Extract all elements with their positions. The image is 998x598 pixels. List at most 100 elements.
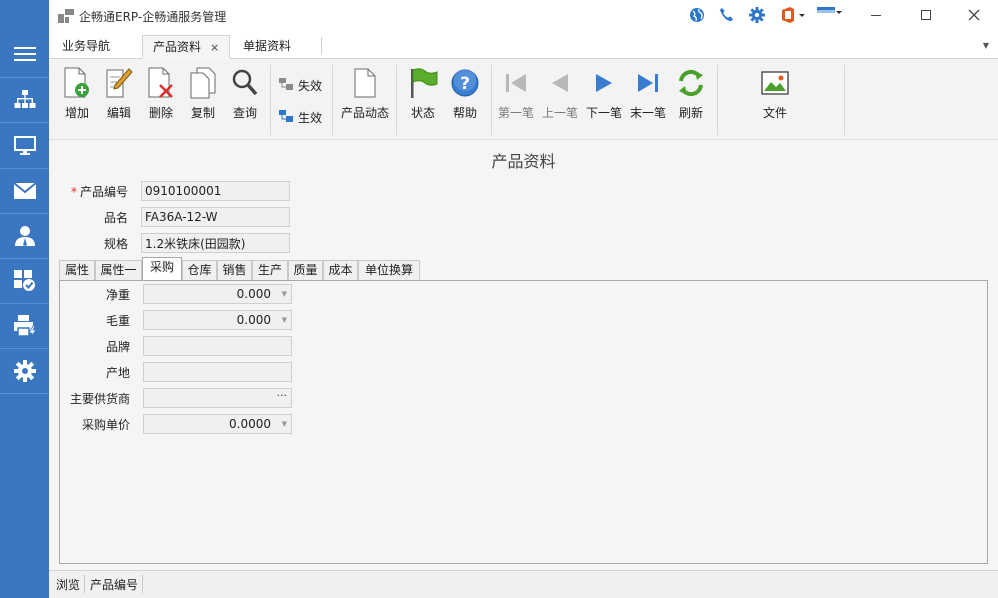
dashboard-check-icon[interactable] <box>0 259 49 304</box>
language-flag-icon[interactable] <box>817 7 843 22</box>
origin-label: 产地 <box>105 366 130 380</box>
refresh-icon <box>671 67 711 99</box>
product-name-label: 品名 <box>103 211 128 225</box>
first-record-button[interactable]: 第一笔 <box>496 67 536 121</box>
tab-warehouse[interactable]: 仓库 <box>182 260 217 280</box>
ellipsis-button-icon[interactable]: ··· <box>277 387 288 405</box>
last-label: 末一笔 <box>629 106 666 120</box>
svg-text:?: ? <box>460 74 470 94</box>
tab-quality[interactable]: 质量 <box>288 260 323 280</box>
tab-purchase[interactable]: 采购 <box>142 257 182 280</box>
net-weight-field[interactable]: 0.000 ▼ <box>143 284 292 304</box>
first-label: 第一笔 <box>497 106 534 120</box>
status-field: 产品编号 <box>90 578 139 592</box>
phone-icon[interactable] <box>719 7 734 25</box>
purchase-price-field[interactable]: 0.0000 ▼ <box>143 414 292 434</box>
monitor-icon[interactable] <box>0 124 49 169</box>
main-supplier-value <box>144 391 147 405</box>
next-label: 下一笔 <box>585 106 622 120</box>
status-label: 状态 <box>410 106 435 120</box>
net-weight-value: 0.000 <box>236 287 271 301</box>
brand-field[interactable] <box>143 336 292 356</box>
product-dynamics-button[interactable]: 产品动态 <box>339 67 391 121</box>
validate-icon <box>278 108 294 127</box>
help-button[interactable]: ? 帮助 <box>445 67 485 121</box>
spin-dropdown-icon[interactable]: ▼ <box>282 311 287 329</box>
toolbar-separator <box>396 65 397 135</box>
tab-attributes[interactable]: 属性 <box>59 260 95 280</box>
delete-button[interactable]: 删除 <box>141 67 181 121</box>
tab-close-icon[interactable]: × <box>210 41 219 54</box>
help-icon: ? <box>445 67 485 99</box>
status-button[interactable]: 状态 <box>403 67 443 121</box>
origin-field[interactable] <box>143 362 292 382</box>
product-dynamics-label: 产品动态 <box>340 106 389 120</box>
tab-divider <box>321 37 322 55</box>
globe-icon[interactable] <box>689 7 705 26</box>
gross-weight-field[interactable]: 0.000 ▼ <box>143 310 292 330</box>
last-record-button[interactable]: 末一笔 <box>628 67 668 121</box>
refresh-button[interactable]: 刷新 <box>671 67 711 121</box>
close-icon[interactable] <box>966 7 982 23</box>
next-record-button[interactable]: 下一笔 <box>584 67 624 121</box>
org-chart-icon[interactable] <box>0 78 49 123</box>
settings-gear-icon[interactable] <box>0 349 49 394</box>
spec-field[interactable] <box>141 233 290 253</box>
product-code-field[interactable] <box>141 181 290 201</box>
copy-button[interactable]: 复制 <box>183 67 223 121</box>
invalidate-label: 失效 <box>298 79 323 93</box>
purchase-price-label: 采购单价 <box>81 418 130 432</box>
tab-list-dropdown-icon[interactable]: ▼ <box>983 41 989 50</box>
add-label: 增加 <box>64 106 89 120</box>
product-code-label-text: 产品编号 <box>79 185 128 199</box>
refresh-label: 刷新 <box>678 106 703 120</box>
printer-icon[interactable] <box>0 304 49 349</box>
form-title: 产品资料 <box>491 152 556 171</box>
title-bar: 企畅通ERP-企畅通服务管理 <box>49 0 998 32</box>
edit-button[interactable]: 编辑 <box>99 67 139 121</box>
tab-document-data[interactable]: 单据资料 <box>233 35 301 59</box>
toolbar-separator <box>270 65 271 135</box>
tab-unit-conversion[interactable]: 单位换算 <box>358 260 420 280</box>
product-name-field[interactable] <box>141 207 290 227</box>
spin-dropdown-icon[interactable]: ▼ <box>282 415 287 433</box>
brand-value <box>144 339 147 353</box>
status-bar: 浏览 产品编号 <box>49 570 998 598</box>
prev-icon <box>540 67 580 99</box>
spin-dropdown-icon[interactable]: ▼ <box>282 285 287 303</box>
add-button[interactable]: 增加 <box>57 67 97 121</box>
toolbar-separator <box>332 65 333 135</box>
edit-doc-icon <box>99 67 139 99</box>
main-supplier-field[interactable]: ··· <box>143 388 292 408</box>
tab-label: 业务导航 <box>62 39 111 53</box>
query-button[interactable]: 查询 <box>225 67 265 121</box>
prev-record-button[interactable]: 上一笔 <box>540 67 580 121</box>
required-mark: * <box>70 185 77 199</box>
settings-icon[interactable] <box>749 7 765 26</box>
invalidate-button[interactable]: 失效 <box>278 76 322 95</box>
office-dropdown-icon[interactable] <box>780 7 806 26</box>
tab-production[interactable]: 生产 <box>252 260 288 280</box>
user-icon[interactable] <box>0 214 49 259</box>
next-icon <box>584 67 624 99</box>
file-button[interactable]: 文件 <box>755 67 795 121</box>
help-label: 帮助 <box>452 106 477 120</box>
menu-icon[interactable] <box>0 31 49 78</box>
net-weight-label: 净重 <box>105 288 130 302</box>
maximize-icon[interactable] <box>918 7 934 23</box>
first-icon <box>496 67 536 99</box>
tab-business-navigation[interactable]: 业务导航 <box>52 35 120 59</box>
sidebar <box>0 0 49 598</box>
flag-icon <box>403 67 443 99</box>
validate-button[interactable]: 生效 <box>278 108 322 127</box>
product-form: 产品资料 *产品编号 品名 规格 属性 属性一 采购 仓库 销售 生产 质量 成… <box>49 140 998 570</box>
prev-label: 上一笔 <box>541 106 578 120</box>
tab-cost[interactable]: 成本 <box>323 260 358 280</box>
tab-attributes-one[interactable]: 属性一 <box>95 260 142 280</box>
tab-product-data[interactable]: 产品资料 × <box>142 35 231 59</box>
mail-icon[interactable] <box>0 169 49 214</box>
tab-label: 单据资料 <box>243 39 292 53</box>
image-file-icon <box>755 67 795 99</box>
minimize-icon[interactable] <box>868 7 884 23</box>
tab-sales[interactable]: 销售 <box>217 260 252 280</box>
